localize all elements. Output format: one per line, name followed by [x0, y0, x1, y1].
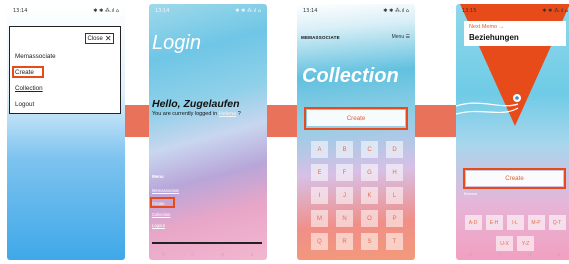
letter-key[interactable]: C [361, 141, 378, 158]
letter-key[interactable]: J [336, 187, 353, 204]
nav-bar: □ ○ ◁ ⇣ [456, 250, 569, 260]
screen-collection: 13:14 ✱ ✱ ⁂.ıl ⌂ MEMASSOCIATE Menu ☰ Col… [297, 4, 415, 260]
letter-key[interactable]: B [336, 141, 353, 158]
status-icons: ✱ ✱ ⁂.ıl ⌂ [542, 8, 568, 14]
status-icons: ✱ ✱ ⁂.ıl ⌂ [93, 8, 119, 14]
letter-key[interactable]: O [361, 210, 378, 227]
string-illustration [456, 94, 521, 115]
letter-key[interactable]: I [311, 187, 328, 204]
recent-icon[interactable]: □ [162, 252, 165, 258]
close-icon: ✕ [104, 33, 112, 43]
status-bar: 13:14 ✱ ✱ ⁂.ıl ⌂ [303, 8, 409, 16]
range-button[interactable]: Y-Z [517, 236, 534, 251]
flow-arrow [125, 105, 149, 137]
highlight-create [12, 66, 44, 78]
letter-key[interactable]: K [361, 187, 378, 204]
letter-key[interactable]: Q [311, 233, 328, 250]
nav-bar: □ ○ ◁ ⇣ [297, 250, 415, 260]
nav-bar: □ ○ ◁ ⇣ [149, 250, 267, 260]
menu-popup: Close ✕ Memassociate Create Collection L… [9, 26, 121, 114]
next-memo-link[interactable]: Next Memo → [469, 24, 504, 30]
letter-key[interactable]: E [311, 164, 328, 181]
menu-item-collection[interactable]: Collection [15, 85, 43, 92]
menu-button[interactable]: Menu ☰ [392, 34, 410, 40]
back-icon[interactable]: ◁ [368, 252, 372, 258]
download-icon[interactable]: ⇣ [398, 252, 402, 258]
screen-login: 13:14 ✱ ✱ ⁂.ıl ⌂ Login Hello, Zugelaufen… [149, 4, 267, 260]
screen-beziehungen: 13:15 ✱ ✱ ⁂.ıl ⌂ Next Memo → Beziehungen… [456, 4, 569, 260]
download-icon[interactable]: ⇣ [250, 252, 254, 258]
letter-key[interactable]: R [336, 233, 353, 250]
recent-icon[interactable]: □ [310, 252, 313, 258]
letter-key[interactable]: T [386, 233, 403, 250]
menu-item-collection[interactable]: Collection [152, 212, 170, 217]
greeting: Hello, Zugelaufen [152, 98, 240, 110]
tutorial-strip: 13:14 ✱ ✱ ⁂.ıl ⌂ Close ✕ Memassociate Cr… [0, 0, 569, 264]
status-bar: 13:15 ✱ ✱ ⁂.ıl ⌂ [462, 8, 568, 16]
letter-key[interactable]: N [336, 210, 353, 227]
menu-item-memassociate[interactable]: Memassociate [15, 53, 56, 60]
home-icon[interactable]: ○ [339, 252, 342, 258]
menu-item-logout[interactable]: Logout [152, 223, 165, 228]
range-button[interactable]: I-L [506, 215, 524, 230]
letter-key[interactable]: L [386, 187, 403, 204]
status-icons: ✱ ✱ ⁂.ıl ⌂ [383, 8, 409, 14]
status-bar: 13:14 ✱ ✱ ⁂.ıl ⌂ [155, 8, 261, 16]
range-button[interactable]: M-P [527, 215, 545, 230]
home-icon[interactable]: ○ [191, 252, 194, 258]
menu-item-logout[interactable]: Logout [15, 101, 34, 108]
letter-key[interactable]: G [361, 164, 378, 181]
flow-arrow [415, 105, 456, 137]
letter-key[interactable]: M [311, 210, 328, 227]
user-link[interactable]: Helena [219, 111, 236, 117]
screen-menu: 13:14 ✱ ✱ ⁂.ıl ⌂ Close ✕ Memassociate Cr… [7, 4, 125, 260]
logged-in-text: You are currently logged in Helena ? [152, 111, 241, 117]
letter-key[interactable]: P [386, 210, 403, 227]
logged-prefix: You are currently logged in [152, 111, 218, 117]
status-icons: ✱ ✱ ⁂.ıl ⌂ [235, 8, 261, 14]
back-icon[interactable]: ◁ [220, 252, 224, 258]
highlight-create [150, 197, 175, 208]
page-title: Login [152, 32, 201, 54]
page-title: Collection [302, 65, 399, 87]
range-button[interactable]: A-D [464, 215, 482, 230]
range-button[interactable]: Q-T [548, 215, 566, 230]
download-icon[interactable]: ⇣ [557, 252, 561, 258]
letter-key[interactable]: S [361, 233, 378, 250]
letter-grid: A B C D E F G H I J K L M N O P Q R S T [311, 141, 403, 250]
range-button[interactable]: U-X [496, 236, 513, 251]
back-icon[interactable]: ◁ [527, 252, 531, 258]
browse-label: Browse [464, 191, 478, 196]
logged-suffix: ? [237, 111, 241, 117]
status-time: 13:14 [13, 8, 28, 14]
range-row: A-D E-H I-L M-P Q-T [456, 215, 569, 230]
range-button[interactable]: E-H [485, 215, 503, 230]
home-icon[interactable]: ○ [498, 252, 501, 258]
letter-key[interactable]: F [336, 164, 353, 181]
menu-item-memassociate[interactable]: Memassociate [152, 188, 179, 193]
status-time: 13:15 [462, 8, 477, 14]
menu-label: Menu [152, 174, 164, 179]
recent-icon[interactable]: □ [469, 252, 472, 258]
letter-key[interactable]: H [386, 164, 403, 181]
flow-arrow [267, 105, 297, 137]
letter-key[interactable]: A [311, 141, 328, 158]
brand-logo: MEMASSOCIATE [301, 35, 340, 40]
highlight-create [463, 168, 566, 189]
memo-header: Next Memo → Beziehungen [464, 21, 566, 46]
page-title: Beziehungen [469, 33, 519, 42]
range-row: U-X Y-Z [456, 236, 569, 251]
close-label: Close [87, 35, 103, 42]
highlight-create [304, 107, 408, 130]
close-button[interactable]: Close ✕ [85, 33, 114, 44]
status-time: 13:14 [303, 8, 318, 14]
letter-key[interactable]: D [386, 141, 403, 158]
status-time: 13:14 [155, 8, 170, 14]
status-bar: 13:14 ✱ ✱ ⁂.ıl ⌂ [13, 8, 119, 16]
divider [152, 242, 262, 244]
